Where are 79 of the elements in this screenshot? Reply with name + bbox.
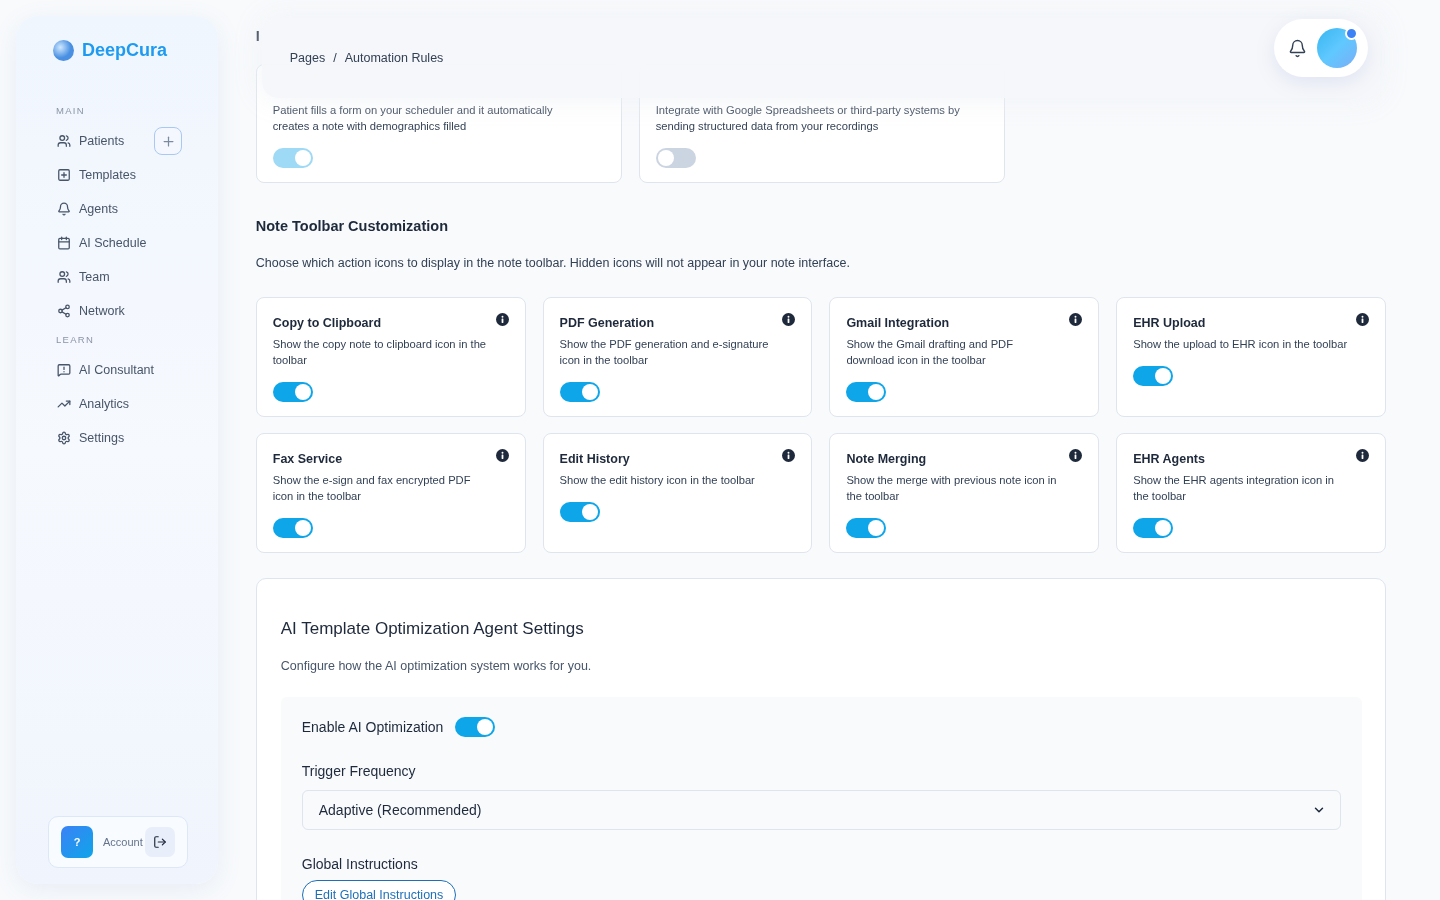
- brand-name: DeepCura: [82, 40, 168, 61]
- edit-instructions-button[interactable]: Edit Global Instructions: [301, 880, 457, 900]
- nav-item[interactable]: Patients: [57, 134, 125, 148]
- section-title: I: [255, 28, 260, 44]
- field-label: Global Instructions: [301, 856, 419, 872]
- bell-icon: [1288, 38, 1307, 58]
- card-title: EHR Agents: [1133, 452, 1205, 466]
- logout-icon: [152, 835, 167, 849]
- info-icon[interactable]: [495, 449, 509, 462]
- toggle-switch[interactable]: [559, 502, 600, 522]
- field-label: Enable AI Optimization: [301, 719, 444, 735]
- card-description: Show the Gmail drafting and PDF download icon in the toolbar: [846, 337, 1015, 368]
- panel-description: Configure how the AI optimization system works for you.: [280, 659, 593, 673]
- message-alert-icon: [57, 363, 71, 377]
- toggle-switch[interactable]: [655, 148, 696, 168]
- toggle-switch[interactable]: [1133, 366, 1174, 386]
- card-title: Edit History: [559, 452, 630, 466]
- nav-item[interactable]: Agents: [57, 202, 118, 216]
- info-icon[interactable]: [782, 313, 796, 326]
- calendar-icon: [57, 236, 71, 250]
- toggle-switch[interactable]: [455, 717, 496, 737]
- add-square-icon: [57, 168, 71, 182]
- card-title: Copy to Clipboard: [272, 316, 382, 330]
- info-icon[interactable]: [495, 313, 509, 326]
- nav-item[interactable]: Analytics: [57, 397, 130, 411]
- nav-item[interactable]: Settings: [57, 431, 125, 445]
- breadcrumb-link[interactable]: Pages: [289, 51, 326, 65]
- section-description: Choose which action icons to display in the note toolbar. Hidden icons will not appear in your note interface.: [255, 256, 851, 270]
- notification-button[interactable]: [1288, 38, 1307, 58]
- info-icon[interactable]: [1356, 313, 1369, 326]
- toggle-switch[interactable]: [846, 382, 887, 402]
- section-heading: LEARN: [55, 334, 96, 345]
- card-title: Gmail Integration: [846, 316, 950, 330]
- info-icon[interactable]: [782, 449, 796, 462]
- nav-item[interactable]: AI Consultant: [57, 363, 155, 377]
- card-description: Integrate with Google Spreadsheets or third-party systems by sending structured data from your recordings: [655, 103, 961, 134]
- breadcrumb-current: Automation Rules: [344, 51, 444, 65]
- nav-item[interactable]: Templates: [57, 168, 136, 182]
- status-dot: [1345, 27, 1358, 40]
- add-button[interactable]: [154, 127, 183, 155]
- toggle-switch[interactable]: [559, 382, 600, 402]
- card-description: Patient fills a form on your scheduler and it automatically creates a note with demographics filled: [272, 103, 554, 134]
- toggle-switch[interactable]: [272, 518, 313, 538]
- info-icon[interactable]: [1069, 313, 1083, 326]
- share-icon: [57, 304, 71, 318]
- card-description: Show the e-sign and fax encrypted PDF icon in the toolbar: [272, 473, 472, 504]
- toggle-switch[interactable]: [846, 518, 887, 538]
- settings-icon: [57, 431, 71, 445]
- account-label[interactable]: Account: [103, 836, 143, 848]
- card-description: Show the upload to EHR icon in the toolbar: [1133, 337, 1349, 352]
- people-icon: [57, 134, 71, 148]
- card-title: EHR Upload: [1133, 316, 1206, 330]
- section-heading: MAIN: [55, 105, 86, 116]
- info-icon[interactable]: [1356, 449, 1369, 462]
- nav-item[interactable]: Network: [57, 304, 125, 318]
- section-title: Note Toolbar Customization: [255, 218, 448, 234]
- card-description: Show the edit history icon in the toolbar: [559, 473, 756, 488]
- nav-item[interactable]: Team: [57, 270, 110, 284]
- breadcrumb-separator: /: [333, 51, 337, 65]
- people-icon: [57, 270, 71, 284]
- logo-icon: [53, 40, 74, 61]
- plus-icon: [160, 133, 176, 149]
- frequency-select[interactable]: Adaptive (Recommended): [301, 790, 1341, 830]
- info-icon[interactable]: [1069, 449, 1083, 462]
- card-description: Show the PDF generation and e-signature icon in the toolbar: [559, 337, 770, 368]
- card-title: Fax Service: [272, 452, 343, 466]
- bell-icon: [57, 202, 71, 216]
- nav-item[interactable]: AI Schedule: [57, 236, 147, 250]
- user-avatar[interactable]: [1317, 28, 1357, 68]
- logout-button[interactable]: [144, 827, 175, 857]
- toggle-switch[interactable]: [1133, 518, 1174, 538]
- card-title: Note Merging: [846, 452, 927, 466]
- toggle-switch[interactable]: [272, 382, 313, 402]
- card-description: Show the copy note to clipboard icon in the toolbar: [272, 337, 488, 368]
- panel-title: AI Template Optimization Agent Settings: [280, 619, 585, 639]
- card-title: PDF Generation: [559, 316, 655, 330]
- field-label: Trigger Frequency: [301, 763, 417, 779]
- card-description: Show the merge with previous note icon in the toolbar: [846, 473, 1058, 504]
- card-description: Show the EHR agents integration icon in the toolbar: [1133, 473, 1336, 504]
